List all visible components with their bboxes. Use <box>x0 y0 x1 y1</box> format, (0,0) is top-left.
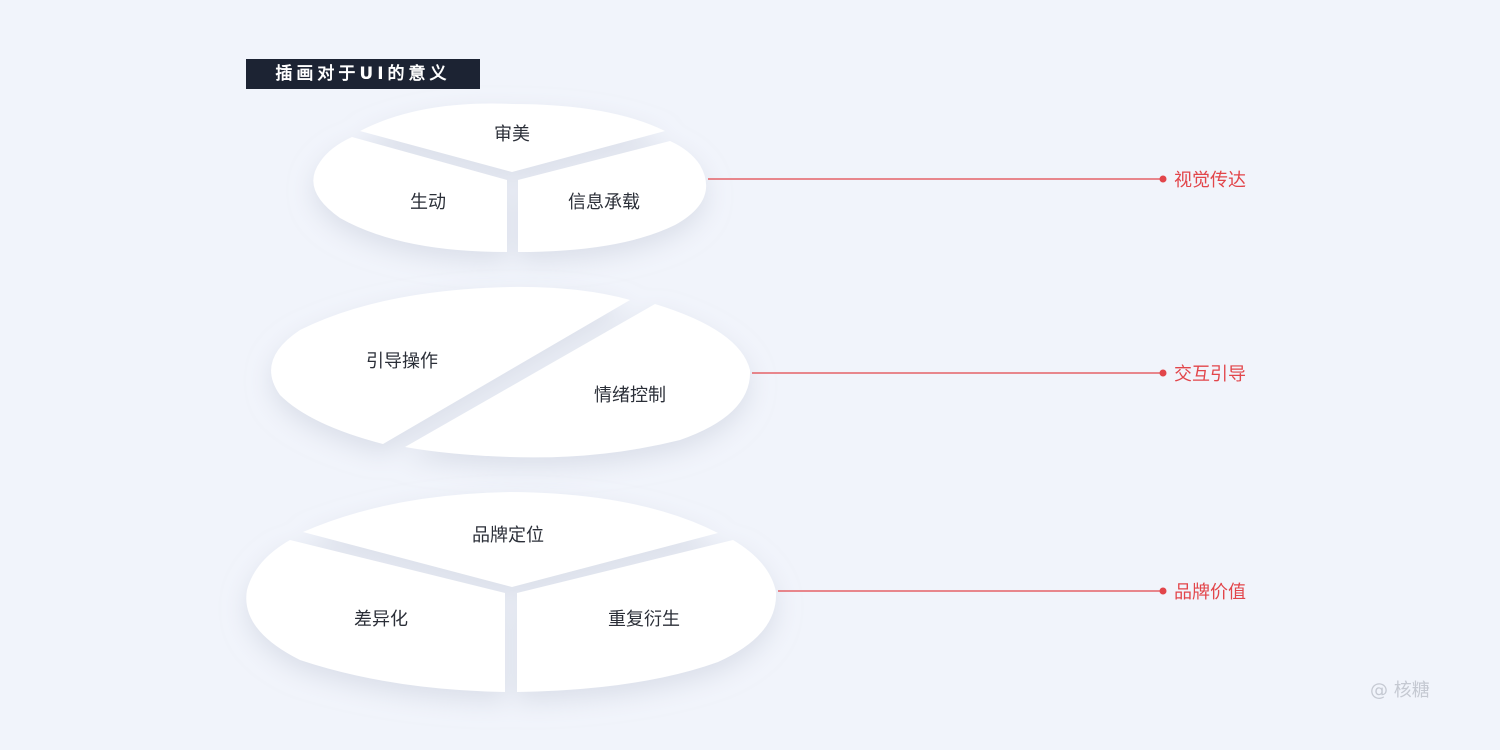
segment-label-info: 信息承载 <box>568 192 640 213</box>
category-label-brand: 品牌价值 <box>1174 582 1246 603</box>
watermark-text: @ 核糖 <box>1370 680 1430 701</box>
segment-label-vivid: 生动 <box>410 192 446 213</box>
connector-dot-visual <box>1159 175 1167 183</box>
segment-label-derivation: 重复衍生 <box>608 609 680 630</box>
ellipse-group-brand <box>246 492 777 692</box>
segment-label-guide: 引导操作 <box>366 351 438 372</box>
ellipse-group-interaction <box>271 286 751 458</box>
connector-dot-interaction <box>1159 369 1167 377</box>
segment-label-aesthetic: 审美 <box>494 124 530 145</box>
segment-label-emotion: 情绪控制 <box>594 385 666 406</box>
diagram-canvas: 审美 生动 信息承载 视觉传达 引导操作 情绪控制 交互引导 品牌定位 差异化 … <box>246 103 1246 692</box>
category-label-visual: 视觉传达 <box>1174 170 1246 191</box>
segment-label-positioning: 品牌定位 <box>472 525 544 546</box>
segment-label-differentiation: 差异化 <box>354 609 408 630</box>
connector-dot-brand <box>1159 587 1167 595</box>
category-label-interaction: 交互引导 <box>1174 364 1246 385</box>
